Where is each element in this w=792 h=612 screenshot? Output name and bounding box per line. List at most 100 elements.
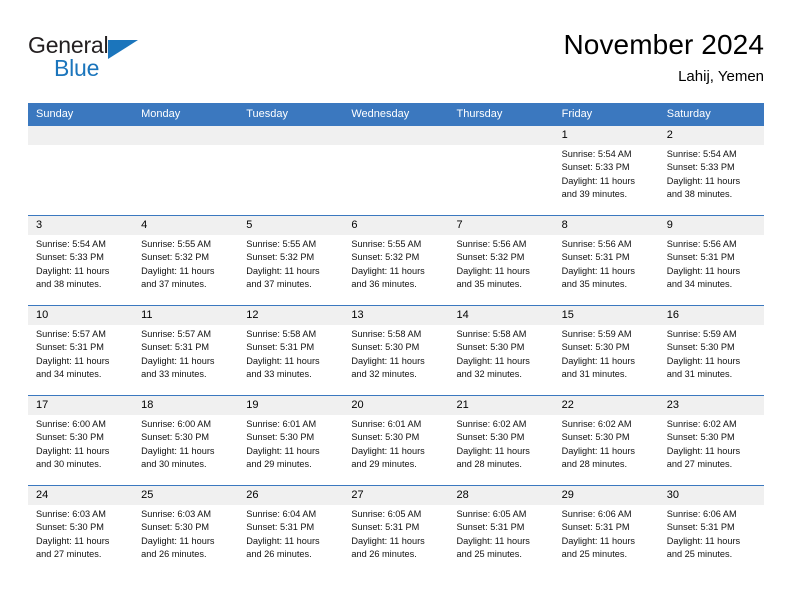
sun-times-text: Sunrise: 5:59 AM Sunset: 5:30 PM Dayligh… [561,329,635,380]
location-subtitle: Lahij, Yemen [678,68,764,85]
weekday-header-wednesday: Wednesday [351,108,410,120]
calendar-day-cell[interactable]: 13 Sunrise: 5:58 AM Sunset: 5:30 PM Dayli… [343,306,448,395]
weekday-header-friday: Friday [561,108,593,120]
day-number: 24 [36,489,49,501]
triangle-icon [108,40,138,59]
day-number: 27 [351,489,364,501]
calendar-day-cell[interactable]: 28 Sunrise: 6:05 AM Sunset: 5:31 PM Dayli… [449,486,554,575]
day-number: 22 [561,399,574,411]
calendar-day-cell[interactable]: 25 Sunrise: 6:03 AM Sunset: 5:30 PM Dayli… [133,486,238,575]
sun-times-text: Sunrise: 5:54 AM Sunset: 5:33 PM Dayligh… [666,149,741,200]
day-number: 16 [666,309,679,321]
sun-times-text: Sunrise: 6:01 AM Sunset: 5:30 PM Dayligh… [351,419,425,470]
day-number: 29 [561,489,574,501]
calendar-day-cell[interactable]: 17 Sunrise: 6:00 AM Sunset: 5:30 PM Dayli… [28,396,133,485]
calendar-day-cell[interactable]: 23 Sunrise: 6:02 AM Sunset: 5:30 PM Dayli… [659,396,764,485]
sun-times-text: Sunrise: 5:55 AM Sunset: 5:32 PM Dayligh… [351,239,425,290]
calendar-day-cell[interactable]: 24 Sunrise: 6:03 AM Sunset: 5:30 PM Dayli… [28,486,133,575]
sun-times-text: Sunrise: 5:58 AM Sunset: 5:30 PM Dayligh… [456,329,530,380]
calendar-day-cell[interactable]: 10 Sunrise: 5:57 AM Sunset: 5:31 PM Dayli… [28,306,133,395]
calendar-day-cell[interactable]: 15 Sunrise: 5:59 AM Sunset: 5:30 PM Dayli… [554,306,659,395]
day-number: 15 [561,309,574,321]
sun-times-text: Sunrise: 6:06 AM Sunset: 5:31 PM Dayligh… [561,509,635,560]
day-number: 10 [36,309,49,321]
day-number: 28 [456,489,469,501]
sun-times-text: Sunrise: 5:56 AM Sunset: 5:31 PM Dayligh… [561,239,635,290]
calendar-week-row: 17 Sunrise: 6:00 AM Sunset: 5:30 PM Dayli… [28,395,764,485]
calendar-day-cell[interactable]: 21 Sunrise: 6:02 AM Sunset: 5:30 PM Dayli… [449,396,554,485]
sun-times-text: Sunrise: 6:03 AM Sunset: 5:30 PM Dayligh… [36,509,110,560]
sun-times-text: Sunrise: 6:01 AM Sunset: 5:30 PM Dayligh… [246,419,320,470]
sun-times-text: Sunrise: 5:54 AM Sunset: 5:33 PM Dayligh… [36,239,110,290]
day-number: 23 [666,399,679,411]
calendar-day-cell[interactable]: 3 Sunrise: 5:54 AM Sunset: 5:33 PM Daylig… [28,216,133,305]
calendar-cell-empty [449,126,554,215]
calendar-day-cell[interactable]: 30 Sunrise: 6:06 AM Sunset: 5:31 PM Dayli… [659,486,764,575]
calendar-cell-empty [133,126,238,215]
calendar-cell-empty [343,126,448,215]
calendar-page: General Blue November 2024 Lahij, Yemen … [0,0,792,612]
day-number: 26 [246,489,259,501]
day-number: 4 [141,219,148,231]
general-blue-logo[interactable]: General Blue [28,32,168,88]
calendar-day-cell[interactable]: 5 Sunrise: 5:55 AM Sunset: 5:32 PM Daylig… [238,216,343,305]
calendar-day-cell[interactable]: 22 Sunrise: 6:02 AM Sunset: 5:30 PM Dayli… [554,396,659,485]
weekday-header-saturday: Saturday [666,108,711,120]
weekday-header-monday: Monday [141,108,181,120]
calendar-day-cell[interactable]: 14 Sunrise: 5:58 AM Sunset: 5:30 PM Dayli… [449,306,554,395]
day-number: 13 [351,309,364,321]
calendar-week-cells: 24 Sunrise: 6:03 AM Sunset: 5:30 PM Dayli… [28,486,764,575]
day-number: 8 [561,219,568,231]
calendar-day-cell[interactable]: 4 Sunrise: 5:55 AM Sunset: 5:32 PM Daylig… [133,216,238,305]
page-header: General Blue November 2024 Lahij, Yemen [28,28,764,98]
calendar-day-cell[interactable]: 8 Sunrise: 5:56 AM Sunset: 5:31 PM Daylig… [554,216,659,305]
day-number: 19 [246,399,259,411]
page-title: November 2024 [563,29,764,60]
sun-times-text: Sunrise: 6:03 AM Sunset: 5:30 PM Dayligh… [141,509,215,560]
calendar-cell-empty [238,126,343,215]
sun-times-text: Sunrise: 5:58 AM Sunset: 5:31 PM Dayligh… [246,329,320,380]
sun-times-text: Sunrise: 6:02 AM Sunset: 5:30 PM Dayligh… [456,419,530,470]
calendar-day-cell[interactable]: 11 Sunrise: 5:57 AM Sunset: 5:31 PM Dayli… [133,306,238,395]
calendar-day-cell[interactable]: 9 Sunrise: 5:56 AM Sunset: 5:31 PM Daylig… [659,216,764,305]
day-number: 12 [246,309,259,321]
calendar-week-row: 10 Sunrise: 5:57 AM Sunset: 5:31 PM Dayli… [28,305,764,395]
sun-times-text: Sunrise: 6:02 AM Sunset: 5:30 PM Dayligh… [561,419,635,470]
sun-times-text: Sunrise: 5:56 AM Sunset: 5:31 PM Dayligh… [666,239,741,290]
calendar-day-cell[interactable]: 7 Sunrise: 5:56 AM Sunset: 5:32 PM Daylig… [449,216,554,305]
sun-times-text: Sunrise: 5:57 AM Sunset: 5:31 PM Dayligh… [36,329,110,380]
calendar-grid: Sunday Monday Tuesday Wednesday Thursday Frid… [28,103,764,575]
sun-times-text: Sunrise: 5:57 AM Sunset: 5:31 PM Dayligh… [141,329,215,380]
sun-times-text: Sunrise: 5:54 AM Sunset: 5:33 PM Dayligh… [561,149,635,200]
day-number: 20 [351,399,364,411]
weekday-header-sunday: Sunday [36,108,74,120]
sun-times-text: Sunrise: 5:58 AM Sunset: 5:30 PM Dayligh… [351,329,425,380]
day-number: 30 [666,489,679,501]
calendar-day-cell[interactable]: 20 Sunrise: 6:01 AM Sunset: 5:30 PM Dayli… [343,396,448,485]
day-number: 9 [666,219,673,231]
calendar-day-cell[interactable]: 16 Sunrise: 5:59 AM Sunset: 5:30 PM Dayli… [659,306,764,395]
calendar-week-row: 1 Sunrise: 5:54 AM Sunset: 5:33 PM Daylig… [28,125,764,215]
calendar-day-cell[interactable]: 12 Sunrise: 5:58 AM Sunset: 5:31 PM Dayli… [238,306,343,395]
sun-times-text: Sunrise: 5:56 AM Sunset: 5:32 PM Dayligh… [456,239,530,290]
calendar-cell-empty [28,126,133,215]
calendar-day-cell[interactable]: 29 Sunrise: 6:06 AM Sunset: 5:31 PM Dayli… [554,486,659,575]
calendar-day-cell[interactable]: 26 Sunrise: 6:04 AM Sunset: 5:31 PM Dayli… [238,486,343,575]
sun-times-text: Sunrise: 5:55 AM Sunset: 5:32 PM Dayligh… [246,239,320,290]
calendar-day-cell[interactable]: 18 Sunrise: 6:00 AM Sunset: 5:30 PM Dayli… [133,396,238,485]
day-number: 5 [246,219,253,231]
weekday-header-tuesday: Tuesday [246,108,289,120]
logo-text-blue: Blue [54,55,100,81]
sun-times-text: Sunrise: 6:04 AM Sunset: 5:31 PM Dayligh… [246,509,320,560]
calendar-week-row: 24 Sunrise: 6:03 AM Sunset: 5:30 PM Dayli… [28,485,764,575]
calendar-day-cell[interactable]: 2 Sunrise: 5:54 AM Sunset: 5:33 PM Daylig… [659,126,764,215]
calendar-day-cell[interactable]: 1 Sunrise: 5:54 AM Sunset: 5:33 PM Daylig… [554,126,659,215]
calendar-week-row: 3 Sunrise: 5:54 AM Sunset: 5:33 PM Daylig… [28,215,764,305]
calendar-week-cells: 1 Sunrise: 5:54 AM Sunset: 5:33 PM Daylig… [28,126,764,215]
day-number: 3 [36,219,43,231]
day-number: 1 [561,129,568,141]
calendar-day-cell[interactable]: 6 Sunrise: 5:55 AM Sunset: 5:32 PM Daylig… [343,216,448,305]
calendar-day-cell[interactable]: 27 Sunrise: 6:05 AM Sunset: 5:31 PM Dayli… [343,486,448,575]
day-number: 11 [141,309,153,321]
calendar-day-cell[interactable]: 19 Sunrise: 6:01 AM Sunset: 5:30 PM Dayli… [238,396,343,485]
